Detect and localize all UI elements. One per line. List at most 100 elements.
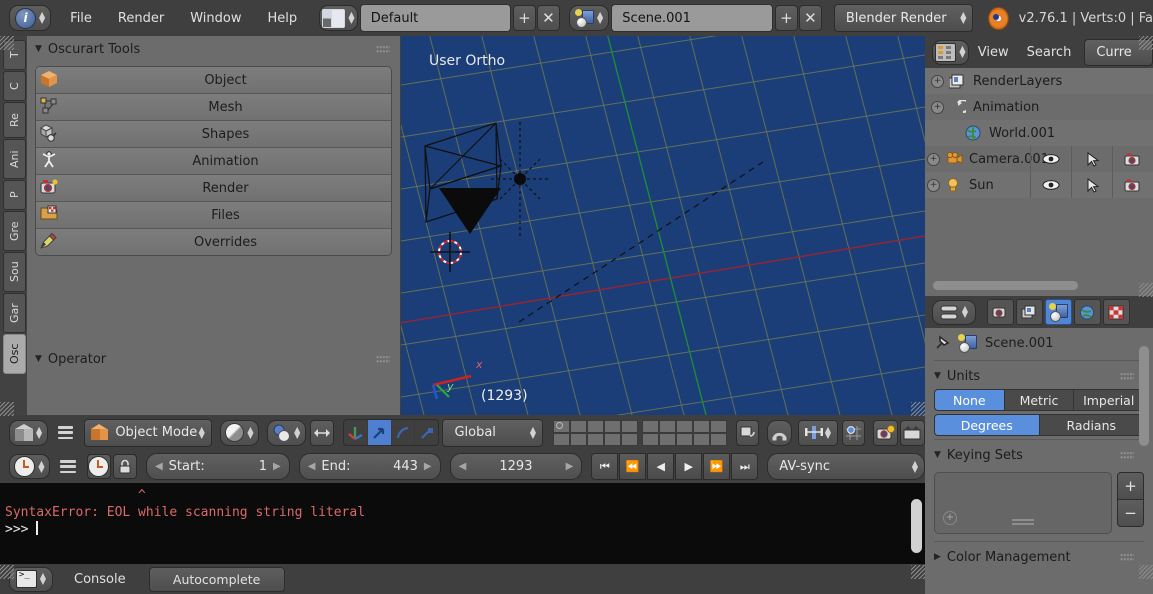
add-keying-set-button[interactable]: + [1117,472,1144,500]
layer-group-1[interactable] [553,419,639,446]
toolshelf-tab-p[interactable]: P [3,180,26,210]
pivot-point-selector[interactable]: ▲ ▼ [267,419,307,446]
jump-start-icon[interactable]: ⏮ [591,453,619,480]
outliner-menu-view[interactable]: View [969,46,1018,59]
remove-keying-set-button[interactable]: − [1117,500,1144,527]
layer-cell[interactable] [676,419,694,433]
menu-window[interactable]: Window [177,12,254,25]
lock-scene-button[interactable] [736,419,760,446]
outliner-display-mode-dropdown[interactable]: Curre [1084,38,1153,66]
lock-timeline-button[interactable] [112,454,137,479]
render-still-button[interactable] [872,419,898,446]
layer-group-2[interactable] [642,419,728,446]
scale-manipulator-icon[interactable] [415,420,438,445]
layer-cell[interactable] [604,419,622,433]
tool-button-files[interactable]: Files [36,202,391,229]
layer-cell[interactable] [693,419,711,433]
chevron-left-icon[interactable]: ◀ [459,461,467,472]
chevron-left-icon[interactable]: ◀ [308,461,316,472]
console-scrollbar[interactable] [911,499,922,553]
transform-orientation-dropdown[interactable]: Global ▲ ▼ [442,418,544,447]
interaction-mode-dropdown[interactable]: Object Mode ▲ ▼ [84,418,212,447]
snap-element-selector[interactable]: ▲ ▼ [798,419,838,446]
properties-scrollbar[interactable] [1139,346,1149,446]
editor-type-selector-outliner[interactable]: ▲ ▼ [932,39,969,65]
unit-system-option-none[interactable]: None [934,389,1004,411]
menu-help[interactable]: Help [254,12,310,25]
screen-layout-selector[interactable]: ▲ ▼ [319,5,358,31]
toolshelf-tab-gre[interactable]: Gre [3,211,26,251]
start-frame-field[interactable]: ◀ Start: 1 ▶ [145,453,290,480]
layer-cell[interactable] [710,432,728,446]
texture-tab-icon[interactable] [1103,299,1130,325]
color-management-panel-header[interactable]: ▶ Color Management [934,544,1144,570]
units-panel-header[interactable]: ▼ Units [934,363,1144,389]
keying-sets-panel-header[interactable]: ▼ Keying Sets [934,442,1144,468]
layer-cell[interactable] [553,419,571,433]
renderability-camera-icon[interactable] [1112,146,1153,172]
selectability-cursor-icon[interactable] [1071,172,1112,198]
layer-cell[interactable] [621,419,639,433]
end-frame-field[interactable]: ◀ End: 443 ▶ [298,453,441,480]
outliner-scrollbar[interactable] [933,281,1078,290]
layer-cell[interactable] [587,432,605,446]
translate-manipulator-icon[interactable] [367,420,392,445]
tool-button-animation[interactable]: Animation [36,148,391,175]
rotate-manipulator-icon[interactable] [392,420,416,445]
toolshelf-tab-sou[interactable]: Sou [3,252,26,292]
av-sync-dropdown[interactable]: AV-sync ▲ ▼ [767,453,925,480]
viewport-shading-selector[interactable]: ▲ ▼ [219,419,260,446]
tool-button-render[interactable]: Render [36,175,391,202]
editor-type-selector-properties[interactable]: ▲ ▼ [932,299,976,325]
menu-icon[interactable] [59,460,76,473]
layer-cell[interactable] [693,432,711,446]
keying-sets-list[interactable]: + [934,472,1112,534]
layer-cell[interactable] [570,432,588,446]
add-small-icon[interactable]: + [943,511,957,525]
chevron-right-icon[interactable]: ▶ [566,461,574,472]
visibility-eye-icon[interactable] [1030,146,1071,172]
outliner-row[interactable]: World.001 [925,120,1153,146]
grip-lines-icon[interactable] [1012,519,1034,521]
editor-type-selector-info[interactable]: i ▲ ▼ [9,5,52,31]
expand-toggle-icon[interactable]: + [931,74,944,88]
render-animation-button[interactable] [899,419,925,446]
autocomplete-button[interactable]: Autocomplete [148,566,285,592]
layer-cell[interactable] [553,432,571,446]
layer-cell[interactable] [587,419,605,433]
selectability-cursor-icon[interactable] [1071,146,1112,172]
layer-cell[interactable] [642,432,660,446]
delete-layout-button[interactable]: ✕ [536,5,560,31]
render-engine-dropdown[interactable]: Blender Render ▲ ▼ [833,4,974,32]
unit-system-option-imperial[interactable]: Imperial [1073,389,1145,411]
proportional-edit-button[interactable] [841,419,865,446]
editor-type-selector-console[interactable]: ▲▼ [9,566,53,592]
auto-keyframe-button[interactable] [86,454,111,479]
expand-toggle-icon[interactable]: + [927,178,940,192]
tool-button-shapes[interactable]: Shapes [36,121,391,148]
pin-icon[interactable] [934,335,951,351]
console-menu[interactable]: Console [61,573,139,586]
menu-render[interactable]: Render [105,12,177,25]
3d-viewport[interactable]: User Ortho (1293) x y [401,36,925,415]
outliner-menu-search[interactable]: Search [1018,46,1081,59]
rotation-unit-option-degrees[interactable]: Degrees [934,414,1039,436]
play-icon[interactable]: ▶ [675,453,703,480]
render-tab-icon[interactable] [987,299,1014,325]
snap-toggle-button[interactable] [767,419,793,446]
rotation-unit-option-radians[interactable]: Radians [1038,414,1144,436]
editor-type-selector-3dview[interactable]: ▲ ▼ [9,419,49,446]
occlude-geometry-toggle[interactable] [310,419,334,446]
play-reverse-icon[interactable]: ◀ [647,453,675,480]
toolshelf-tab-ani[interactable]: Ani [3,139,26,179]
layer-cell[interactable] [621,432,639,446]
screen-layout-name-field[interactable]: Default [359,4,511,32]
outliner-row[interactable]: + RenderLayers [925,68,1153,94]
jump-end-icon[interactable]: ⏭ [731,453,759,480]
tool-button-overrides[interactable]: Overrides [36,229,391,255]
outliner-row[interactable]: + Sun [925,172,1153,198]
world-tab-icon[interactable] [1074,299,1101,325]
renderlayer-tab-icon[interactable] [1016,299,1043,325]
outliner-row[interactable]: + Animation [925,94,1153,120]
delete-scene-button[interactable]: ✕ [798,5,822,31]
